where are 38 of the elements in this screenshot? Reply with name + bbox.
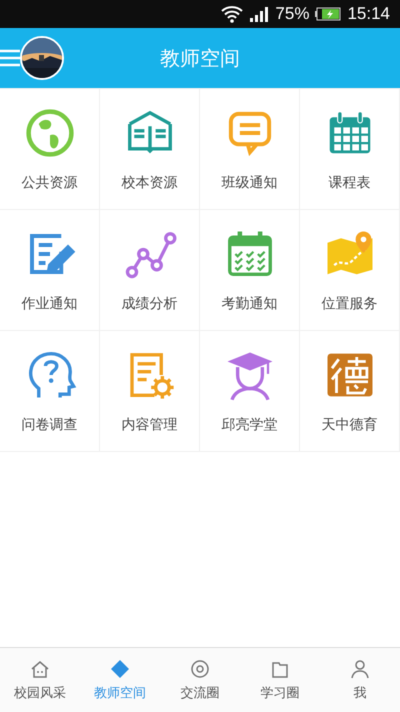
tile-label: 公共资源 bbox=[22, 174, 78, 192]
diamond-icon bbox=[109, 658, 131, 680]
feature-tile[interactable]: 内容管理 bbox=[100, 331, 200, 452]
tile-label: 问卷调查 bbox=[22, 416, 78, 434]
feature-tile[interactable]: 位置服务 bbox=[300, 210, 400, 331]
tile-label: 考勤通知 bbox=[222, 295, 278, 313]
feature-tile[interactable]: 成绩分析 bbox=[100, 210, 200, 331]
nav-tab[interactable]: 我 bbox=[320, 648, 400, 712]
house-icon bbox=[29, 658, 51, 680]
tile-label: 天中德育 bbox=[322, 416, 378, 434]
header-title: 教师空间 bbox=[160, 44, 240, 72]
feature-tile[interactable]: 课程表 bbox=[300, 89, 400, 210]
feature-tile[interactable]: 校本资源 bbox=[100, 89, 200, 210]
feature-tile[interactable]: 班级通知 bbox=[200, 89, 300, 210]
feature-tile[interactable]: 公共资源 bbox=[0, 89, 100, 210]
tile-label: 邱亮学堂 bbox=[222, 416, 278, 434]
feature-tile[interactable]: 问卷调查 bbox=[0, 331, 100, 452]
clock: 15:14 bbox=[347, 4, 390, 24]
tile-label: 位置服务 bbox=[322, 295, 378, 313]
signal-icon bbox=[249, 6, 270, 22]
feature-tile[interactable]: 天中德育 bbox=[300, 331, 400, 452]
battery-percent: 75% bbox=[275, 4, 310, 24]
ring-icon bbox=[189, 658, 211, 680]
tile-label: 内容管理 bbox=[122, 416, 178, 434]
nav-tab[interactable]: 交流圈 bbox=[160, 648, 240, 712]
tile-label: 成绩分析 bbox=[122, 295, 178, 313]
tile-label: 班级通知 bbox=[222, 174, 278, 192]
feature-tile[interactable]: 考勤通知 bbox=[200, 210, 300, 331]
battery-icon bbox=[315, 7, 342, 21]
nav-tab[interactable]: 校园风采 bbox=[0, 648, 80, 712]
tile-label: 校本资源 bbox=[122, 174, 178, 192]
feature-tile[interactable]: 邱亮学堂 bbox=[200, 331, 300, 452]
person-icon bbox=[349, 658, 371, 680]
tile-label: 作业通知 bbox=[22, 295, 78, 313]
feature-tile[interactable]: 作业通知 bbox=[0, 210, 100, 331]
tile-label: 课程表 bbox=[328, 174, 370, 192]
wifi-icon bbox=[221, 5, 244, 23]
nav-tab[interactable]: 学习圈 bbox=[240, 648, 320, 712]
